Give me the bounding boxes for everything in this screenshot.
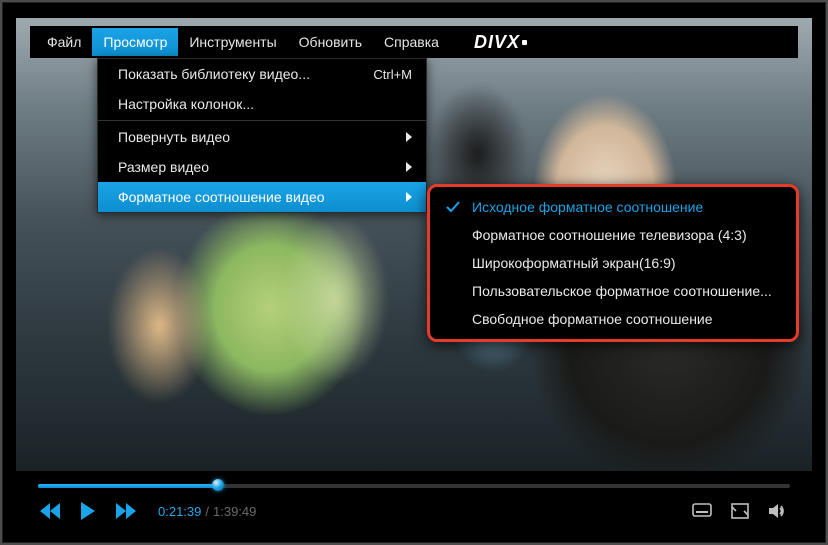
dropdown-rotate-video[interactable]: Повернуть видео bbox=[98, 122, 426, 152]
submenu-item-label: Широкоформатный экран(16:9) bbox=[472, 255, 676, 271]
time-separator: / bbox=[205, 504, 209, 519]
aspect-ratio-submenu: Исходное форматное соотношение Форматное… bbox=[427, 184, 799, 342]
play-button[interactable] bbox=[76, 499, 100, 523]
fast-forward-button[interactable] bbox=[114, 499, 138, 523]
fullscreen-button[interactable] bbox=[728, 499, 752, 523]
menu-help[interactable]: Справка bbox=[373, 28, 450, 56]
menu-file[interactable]: Файл bbox=[36, 28, 92, 56]
logo-dot-icon bbox=[522, 40, 527, 45]
chevron-right-icon bbox=[390, 162, 412, 172]
menu-tools[interactable]: Инструменты bbox=[178, 28, 287, 56]
divx-logo: DIVX bbox=[474, 33, 527, 51]
dropdown-show-library[interactable]: Показать библиотеку видео... Ctrl+M bbox=[98, 59, 426, 89]
checkmark-icon bbox=[444, 201, 462, 213]
seek-bar[interactable] bbox=[38, 481, 790, 491]
dropdown-item-label: Показать библиотеку видео... bbox=[118, 66, 310, 82]
submenu-custom[interactable]: Пользовательское форматное соотношение..… bbox=[430, 277, 796, 305]
menu-view-dropdown: Показать библиотеку видео... Ctrl+M Наст… bbox=[97, 58, 427, 213]
time-current: 0:21:39 bbox=[158, 504, 201, 519]
submenu-item-label: Форматное соотношение телевизора (4:3) bbox=[472, 227, 747, 243]
chevron-right-icon bbox=[390, 192, 412, 202]
menu-update[interactable]: Обновить bbox=[288, 28, 373, 56]
dropdown-item-shortcut: Ctrl+M bbox=[357, 67, 412, 82]
dropdown-separator bbox=[98, 120, 426, 121]
dropdown-item-label: Повернуть видео bbox=[118, 129, 230, 145]
submenu-item-label: Пользовательское форматное соотношение..… bbox=[472, 283, 772, 299]
menu-view[interactable]: Просмотр bbox=[92, 28, 178, 56]
dropdown-video-size[interactable]: Размер видео bbox=[98, 152, 426, 182]
submenu-free[interactable]: Свободное форматное соотношение bbox=[430, 305, 796, 333]
seek-thumb[interactable] bbox=[212, 479, 224, 491]
submenu-item-label: Исходное форматное соотношение bbox=[472, 199, 703, 215]
submenu-original[interactable]: Исходное форматное соотношение bbox=[430, 193, 796, 221]
dropdown-column-settings[interactable]: Настройка колонок... bbox=[98, 89, 426, 119]
rewind-button[interactable] bbox=[38, 499, 62, 523]
chevron-right-icon bbox=[390, 132, 412, 142]
transport-bar: 0:21:39 / 1:39:49 bbox=[16, 475, 812, 533]
subtitle-button[interactable] bbox=[690, 499, 714, 523]
volume-button[interactable] bbox=[766, 499, 790, 523]
time-total: 1:39:49 bbox=[213, 504, 256, 519]
submenu-item-label: Свободное форматное соотношение bbox=[472, 311, 713, 327]
dropdown-aspect-ratio[interactable]: Форматное соотношение видео bbox=[98, 182, 426, 212]
submenu-wide-16-9[interactable]: Широкоформатный экран(16:9) bbox=[430, 249, 796, 277]
menubar: Файл Просмотр Инструменты Обновить Справ… bbox=[30, 26, 798, 58]
dropdown-item-label: Форматное соотношение видео bbox=[118, 189, 325, 205]
seek-fill bbox=[38, 484, 218, 488]
time-display: 0:21:39 / 1:39:49 bbox=[158, 504, 256, 519]
dropdown-item-label: Размер видео bbox=[118, 159, 209, 175]
dropdown-item-label: Настройка колонок... bbox=[118, 96, 254, 112]
submenu-tv-4-3[interactable]: Форматное соотношение телевизора (4:3) bbox=[430, 221, 796, 249]
